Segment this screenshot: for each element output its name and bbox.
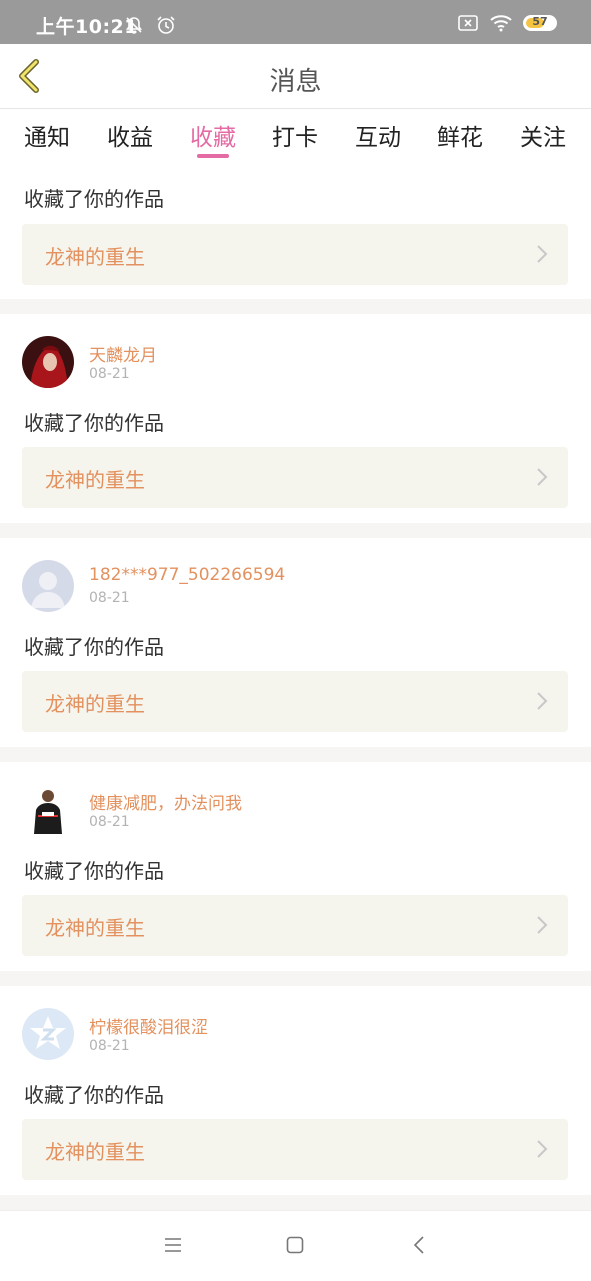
message-card: 182***977_502266594 08-21 收藏了你的作品 龙神的重生 [0,538,591,747]
avatar[interactable] [22,336,74,388]
sim-x-icon [458,15,478,31]
message-card: 柠檬很酸泪很涩 08-21 收藏了你的作品 龙神的重生 [0,986,591,1195]
qq-avatar-icon [22,1008,74,1060]
status-time: 上午10:21 [36,16,138,38]
wifi-icon [490,15,512,32]
user-row: 柠檬很酸泪很涩 08-21 [22,1008,562,1060]
tab-income[interactable]: 收益 [100,118,160,152]
chevron-right-icon [537,1140,548,1158]
divider [0,747,591,762]
alarm-icon [157,15,175,34]
avatar[interactable] [22,784,74,836]
chevron-right-icon [537,245,548,263]
back-arrow-icon[interactable] [410,1235,430,1255]
status-left-icons [124,14,177,35]
battery-level: 57 [532,15,548,28]
work-link[interactable]: 龙神的重生 [22,1119,568,1180]
action-text: 收藏了你的作品 [24,1083,164,1107]
status-right-icons: 57 [457,14,557,32]
username[interactable]: 健康减肥，办法问我 [89,789,242,814]
home-square-icon[interactable] [285,1235,305,1255]
tab-interaction[interactable]: 互动 [348,118,408,152]
default-avatar-icon [22,560,74,612]
work-link[interactable]: 龙神的重生 [22,895,568,956]
username[interactable]: 天麟龙月 [89,341,157,366]
work-title: 龙神的重生 [45,1140,145,1164]
divider [0,523,591,538]
battery-icon: 57 [523,15,557,31]
username[interactable]: 柠檬很酸泪很涩 [89,1013,208,1038]
work-title: 龙神的重生 [45,692,145,716]
action-text: 收藏了你的作品 [24,635,164,659]
avatar-image [22,784,74,836]
date: 08-21 [89,590,130,606]
username[interactable]: 182***977_502266594 [89,565,285,585]
chevron-right-icon [537,692,548,710]
action-text: 收藏了你的作品 [24,411,164,435]
message-card: 天麟龙月 08-21 收藏了你的作品 龙神的重生 [0,314,591,523]
avatar-image [22,336,74,388]
date: 08-21 [89,366,130,382]
menu-icon[interactable] [163,1235,183,1255]
avatar[interactable] [22,560,74,612]
user-row: 健康减肥，办法问我 08-21 [22,784,562,836]
tab-notify[interactable]: 通知 [17,118,77,152]
work-link[interactable]: 龙神的重生 [22,447,568,508]
divider [0,299,591,314]
header: 消息 [0,44,591,109]
divider [0,971,591,986]
user-row: 天麟龙月 08-21 [22,336,562,388]
avatar[interactable] [22,1008,74,1060]
work-link[interactable]: 龙神的重生 [22,224,568,285]
message-card: 收藏了你的作品 龙神的重生 [0,162,591,299]
work-title: 龙神的重生 [45,468,145,492]
action-text: 收藏了你的作品 [24,859,164,883]
page-title: 消息 [269,67,322,97]
date: 08-21 [89,1038,130,1054]
bell-off-icon [125,16,143,34]
tab-checkin[interactable]: 打卡 [265,118,325,152]
work-title: 龙神的重生 [45,916,145,940]
user-row: 182***977_502266594 08-21 [22,560,562,612]
action-text: 收藏了你的作品 [24,187,164,211]
work-title: 龙神的重生 [45,245,145,269]
tab-follow[interactable]: 关注 [513,118,573,152]
divider [0,1195,591,1210]
date: 08-21 [89,814,130,830]
system-nav-bar [0,1210,591,1281]
status-bar: 上午10:21 57 [0,0,591,44]
tab-favorites[interactable]: 收藏 [183,118,243,152]
tab-flowers[interactable]: 鲜花 [430,118,490,152]
chevron-right-icon [537,468,548,486]
message-list: 收藏了你的作品 龙神的重生 天麟龙月 08-21 收藏了你的作品 龙神的重生 1… [0,162,591,1210]
message-card: 健康减肥，办法问我 08-21 收藏了你的作品 龙神的重生 [0,762,591,971]
active-tab-indicator [197,154,229,158]
tab-bar: 通知 收益 收藏 打卡 互动 鲜花 关注 [0,110,591,162]
chevron-right-icon [537,916,548,934]
work-link[interactable]: 龙神的重生 [22,671,568,732]
